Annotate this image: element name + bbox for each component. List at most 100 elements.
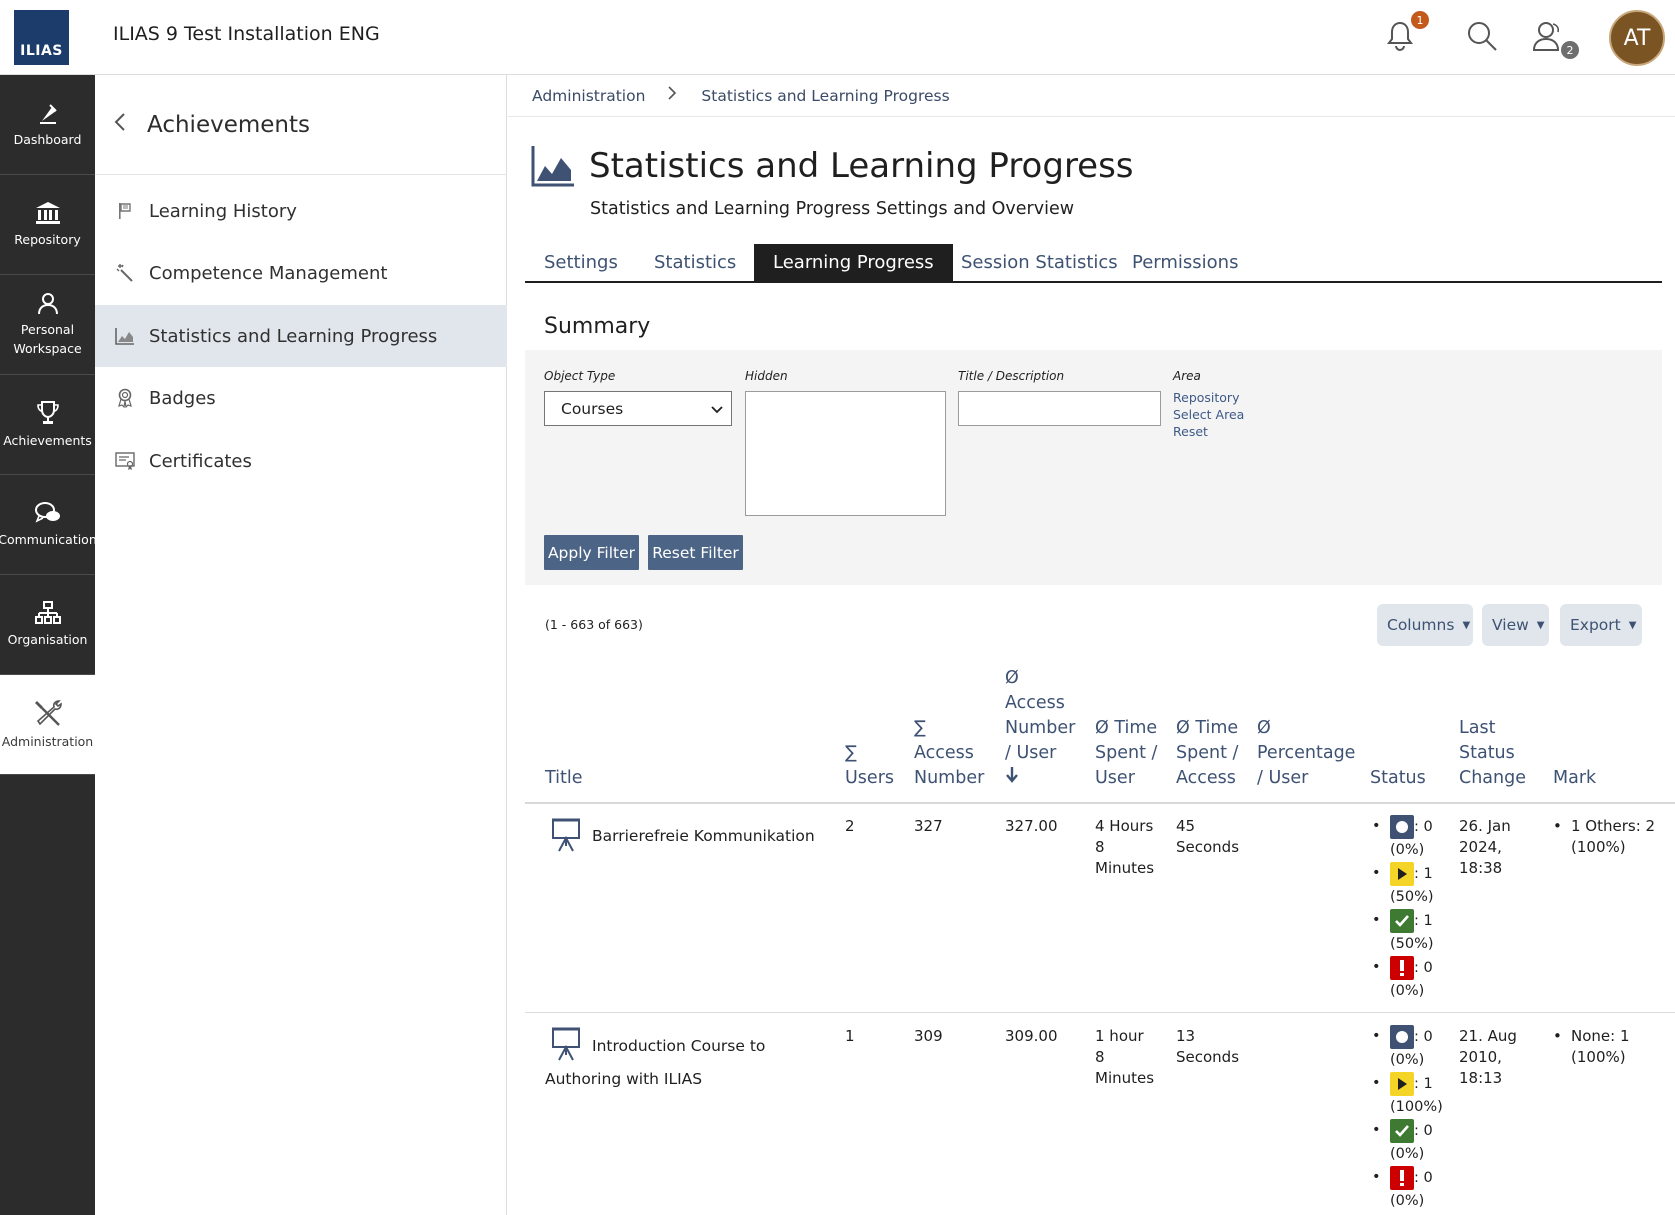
hidden-multiselect[interactable] [745,391,946,516]
object-type-label: Object Type [544,369,616,383]
row-divider [525,1012,1675,1013]
bullet: • [1553,817,1562,835]
object-type-select[interactable]: Courses [544,391,732,426]
mainbar-achievements[interactable]: Achievements [0,375,95,475]
status-pct: (0%) [1390,1052,1425,1068]
mainbar-repository[interactable]: Repository [0,175,95,275]
tab-settings[interactable]: Settings [525,244,637,281]
status-pct: (50%) [1390,889,1434,905]
hidden-label: Hidden [745,369,788,383]
user-avatar[interactable]: AT [1609,10,1665,66]
top-header: ILIAS ILIAS 9 Test Installation ENG 1 2 … [0,0,1675,75]
statistics-page-icon [531,145,575,191]
export-label: Export [1570,616,1621,634]
cell-line: 8 [1095,838,1105,856]
ilias-logo[interactable]: ILIAS [14,10,69,65]
chevron-down-icon [711,402,723,420]
cell-avg-access: 327.00 [1005,817,1058,835]
cell-line: (100%) [1571,838,1626,856]
tab-statistics[interactable]: Statistics [635,244,755,281]
mainbar-label: Achievements [3,432,92,448]
columns-label: Columns [1387,616,1455,634]
view-dropdown[interactable]: View ▼ [1482,604,1549,646]
reset-filter-button[interactable]: Reset Filter [648,535,743,570]
columns-dropdown[interactable]: Columns ▼ [1377,604,1473,646]
cell-line: 18:13 [1459,1069,1503,1087]
tab-bar: Settings Statistics Learning Progress Se… [525,244,1662,283]
notifications-button[interactable]: 1 [1383,11,1429,53]
tab-learning-progress[interactable]: Learning Progress [754,244,953,281]
dashboard-icon [39,103,57,124]
installation-title: ILIAS 9 Test Installation ENG [113,23,380,45]
col-header-title[interactable]: Title [545,766,583,791]
tab-permissions[interactable]: Permissions [1113,244,1257,281]
page-title: Statistics and Learning Progress [589,146,1134,186]
breadcrumb-statistics[interactable]: Statistics and Learning Progress [701,87,949,105]
cell-line: 4 Hours [1095,817,1154,835]
header-line: Users [845,768,895,788]
col-header-time-spent-user[interactable]: Ø Time Spent / User [1095,716,1157,791]
slate-item-badges[interactable]: Badges [95,367,507,429]
tab-session-statistics[interactable]: Session Statistics [942,244,1137,281]
breadcrumb-administration[interactable]: Administration [532,87,645,105]
status-pct: (0%) [1390,842,1425,858]
header-line: Percentage [1257,743,1356,763]
area-label: Area [1173,369,1201,383]
status-pct: (0%) [1390,1146,1425,1162]
organisation-icon [34,600,61,624]
cell-time-spent-user: 1 hour 8 Minutes [1095,1026,1154,1089]
slate-item-certificates[interactable]: Certificates [95,430,507,492]
apply-filter-button[interactable]: Apply Filter [544,535,639,570]
slate-item-label: Competence Management [149,262,388,284]
col-header-percentage-user[interactable]: Ø Percentage / User [1257,716,1355,791]
status-count: : 0 [1414,1123,1433,1139]
mainbar-label: Communication [0,531,97,547]
cell-last-status-change: 21. Aug 2010, 18:13 [1459,1026,1517,1089]
mainbar-organisation[interactable]: Organisation [0,575,95,675]
contacts-count-badge: 2 [1561,41,1579,59]
slate-item-learning-history[interactable]: Learning History [95,180,507,242]
header-line: User [1095,768,1135,788]
area-repository-link[interactable]: Repository [1173,390,1239,405]
page-description: Statistics and Learning Progress Setting… [590,199,1075,219]
slate-item-statistics[interactable]: Statistics and Learning Progress [95,305,507,367]
failed-icon [1390,1166,1414,1190]
search-button[interactable] [1465,19,1499,53]
col-header-mark[interactable]: Mark [1553,766,1596,791]
cell-line: Minutes [1095,859,1155,877]
course-title-link[interactable]: Barrierefreie Kommunikation [592,826,815,847]
export-dropdown[interactable]: Export ▼ [1560,604,1642,646]
contacts-button[interactable]: 2 [1531,19,1579,59]
mainbar-label: Organisation [7,631,88,647]
col-header-last-status-change[interactable]: Last Status Change [1459,716,1526,791]
cell-users: 2 [845,817,855,835]
col-header-avg-access[interactable]: Ø Access Number / User [1005,666,1075,792]
cell-line: None: 1 [1571,1027,1630,1045]
certificate-icon [115,452,135,470]
header-line: Number [1005,718,1076,738]
title-description-input[interactable] [958,391,1161,426]
status-pct: (0%) [1390,983,1425,999]
mainbar-label: Administration [1,733,94,749]
col-header-access-number[interactable]: ∑ Access Number [914,716,984,791]
mainbar-communication[interactable]: Communication [0,475,97,575]
view-label: View [1492,616,1529,634]
col-header-users[interactable]: ∑ Users [845,741,894,791]
back-chevron-icon[interactable] [113,112,141,138]
status-completed: : 0 (0%) [1372,1119,1452,1166]
area-select-link[interactable]: Select Area [1173,407,1244,422]
status-count: : 0 [1414,960,1433,976]
cell-line: 2024, [1459,838,1502,856]
cell-line: Seconds [1176,838,1240,856]
slate-item-competence-management[interactable]: Competence Management [95,242,507,304]
mainbar-administration[interactable]: Administration [0,675,95,775]
mainbar-dashboard[interactable]: Dashboard [0,75,95,175]
status-count: : 0 [1414,1170,1433,1186]
col-header-status[interactable]: Status [1370,766,1426,791]
mainbar-personal-workspace[interactable]: Personal Workspace [0,275,95,375]
course-title-link-continued[interactable]: Authoring with ILIAS [545,1069,702,1090]
status-not-attempted: : 0 (0%) [1372,1025,1452,1072]
area-reset-link[interactable]: Reset [1173,424,1208,439]
course-title-link[interactable]: Introduction Course to [592,1036,765,1057]
col-header-time-spent-access[interactable]: Ø Time Spent / Access [1176,716,1238,791]
